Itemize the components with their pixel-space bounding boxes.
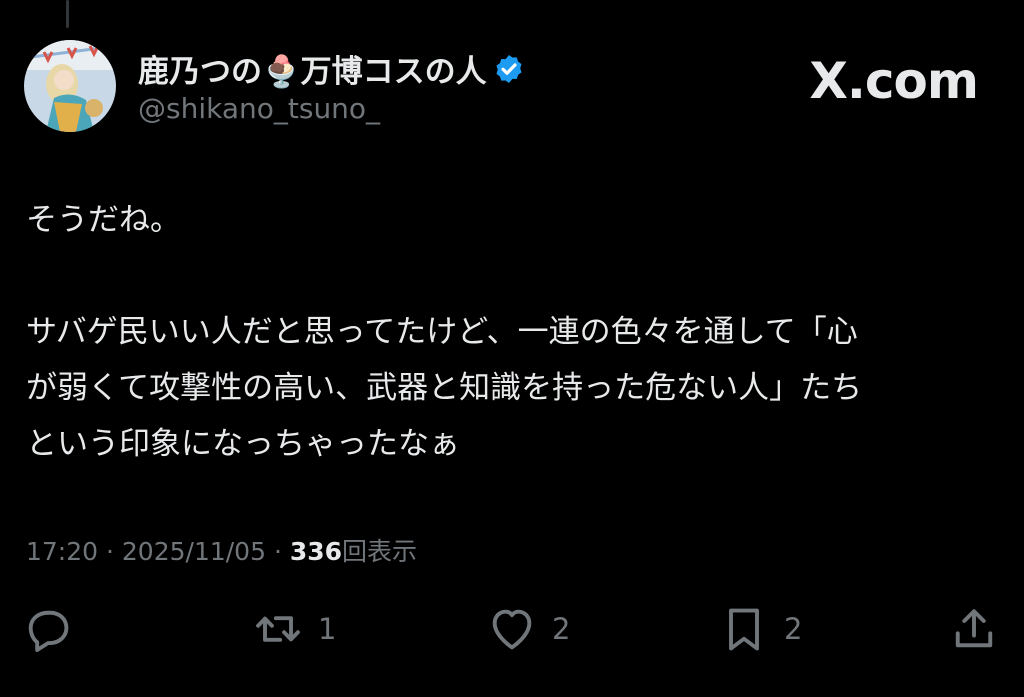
share-icon — [955, 609, 993, 648]
heart-icon — [492, 609, 532, 650]
avatar[interactable] — [24, 40, 116, 132]
avatar-photo — [24, 40, 116, 132]
post-time[interactable]: 17:20 — [26, 537, 98, 566]
thread-connector-line — [66, 0, 69, 28]
like-count: 2 — [552, 612, 571, 646]
author-handle[interactable]: @shikano_tsuno_ — [138, 92, 380, 125]
views-count: 336 — [289, 537, 343, 566]
author-display-name[interactable]: 鹿乃つの🍨万博コスの人 — [138, 46, 525, 91]
reply-icon — [28, 610, 69, 652]
bookmark-count: 2 — [784, 612, 803, 646]
bookmark-button[interactable]: 2 — [718, 604, 802, 654]
views-label: 回表示 — [342, 537, 418, 566]
post-text-line: という印象になっちゃったなぁ — [26, 426, 460, 462]
post-text-line: サバゲ民いい人だと思ってたけど、一連の色々を通して「心 — [26, 314, 858, 350]
repost-button[interactable]: 1 — [252, 604, 336, 654]
post-metadata: 17:20 · 2025/11/05 · 336回表示 — [26, 532, 417, 568]
bookmark-icon — [729, 608, 759, 651]
display-name-text: 鹿乃つの🍨万博コスの人 — [138, 54, 487, 90]
post-text: そうだね。 サバゲ民いい人だと思ってたけど、一連の色々を通して「心 が弱くて攻撃… — [26, 192, 1001, 472]
verified-badge-icon — [493, 53, 525, 85]
post-text-blank-line — [26, 248, 1001, 304]
share-button[interactable] — [948, 604, 1000, 654]
separator: · — [273, 537, 282, 566]
repost-icon — [256, 616, 300, 642]
like-button[interactable]: 2 — [486, 604, 570, 654]
post-text-line: そうだね。 — [26, 202, 181, 238]
repost-count: 1 — [318, 612, 337, 646]
separator: · — [106, 537, 114, 566]
reply-button[interactable] — [22, 604, 74, 654]
post-date[interactable]: 2025/11/05 — [122, 537, 266, 566]
post-text-line: が弱くて攻撃性の高い、武器と知識を持った危ない人」たち — [26, 370, 863, 406]
brand-logo: X.com — [809, 52, 979, 110]
